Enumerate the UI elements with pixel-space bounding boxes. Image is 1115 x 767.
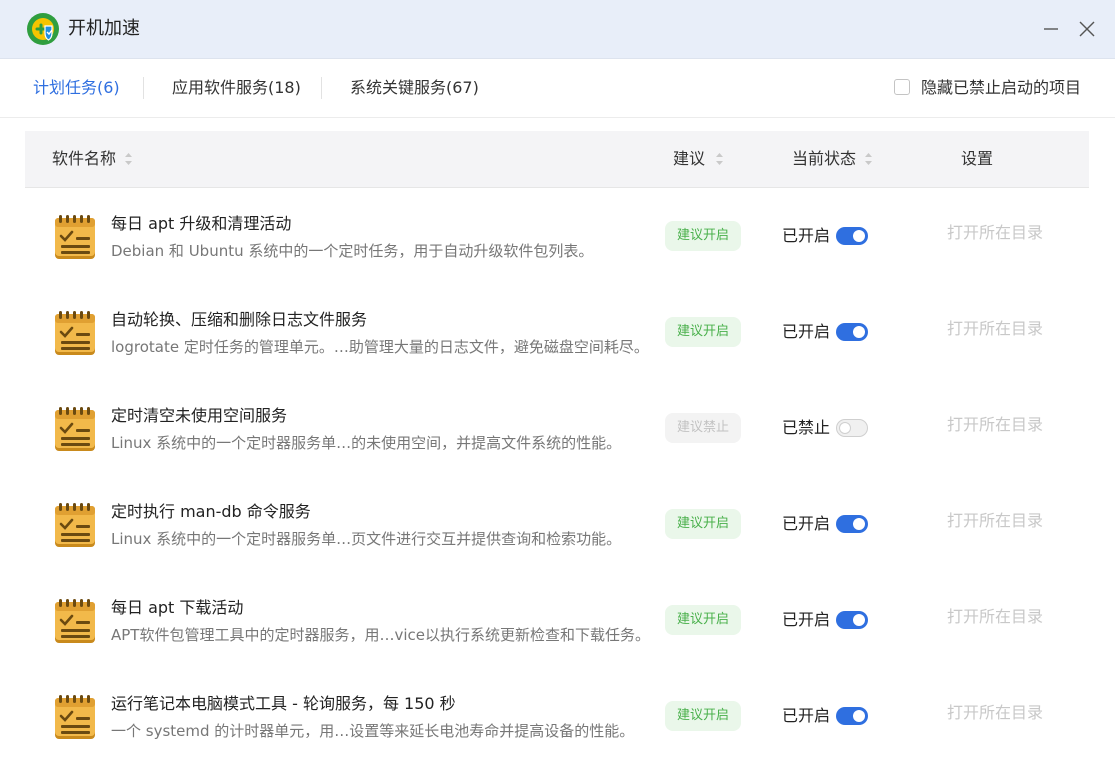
row-title: 定时执行 man-db 命令服务 bbox=[111, 502, 311, 521]
suggestion-badge: 建议开启 bbox=[665, 701, 741, 731]
status-text: 已禁止 bbox=[782, 418, 831, 437]
row-title: 运行笔记本电脑模式工具 - 轮询服务，每 150 秒 bbox=[111, 694, 456, 713]
status-text: 已开启 bbox=[782, 610, 831, 629]
column-header-name[interactable]: 软件名称 bbox=[52, 149, 116, 169]
row-description: Debian 和 Ubuntu 系统中的一个定时任务，用于自动升级软件包列表。 bbox=[111, 242, 594, 260]
status-text: 已开启 bbox=[782, 322, 831, 341]
open-directory-link[interactable]: 打开所在目录 bbox=[947, 415, 1043, 435]
accelerate-logo-icon bbox=[27, 13, 59, 45]
sort-icon[interactable] bbox=[715, 151, 724, 167]
row-title: 每日 apt 升级和清理活动 bbox=[111, 214, 292, 233]
table-header: 软件名称 建议 当前状态 设置 bbox=[25, 131, 1089, 188]
status-toggle[interactable] bbox=[836, 707, 868, 725]
minimize-icon[interactable] bbox=[1040, 18, 1062, 40]
column-header-settings: 设置 bbox=[961, 149, 994, 168]
open-directory-link[interactable]: 打开所在目录 bbox=[947, 607, 1043, 627]
table-row: 自动轮换、压缩和删除日志文件服务 logrotate 定时任务的管理单元。…助管… bbox=[25, 284, 1089, 380]
open-directory-link[interactable]: 打开所在目录 bbox=[947, 703, 1043, 723]
table-row: 定时执行 man-db 命令服务 Linux 系统中的一个定时器服务单…页文件进… bbox=[25, 476, 1089, 572]
toggle-knob bbox=[853, 518, 865, 530]
scheduled-task-icon bbox=[55, 695, 95, 739]
open-directory-link[interactable]: 打开所在目录 bbox=[947, 319, 1043, 339]
column-header-status[interactable]: 当前状态 bbox=[792, 149, 856, 169]
row-description: logrotate 定时任务的管理单元。…助管理大量的日志文件，避免磁盘空间耗尽… bbox=[111, 338, 649, 356]
status-toggle[interactable] bbox=[836, 419, 868, 437]
toggle-knob bbox=[853, 326, 865, 338]
table-row: 定时清空未使用空间服务 Linux 系统中的一个定时器服务单…的未使用空间，并提… bbox=[25, 380, 1089, 476]
suggestion-badge: 建议禁止 bbox=[665, 413, 741, 443]
tab-bar: 计划任务(6) 应用软件服务(18) 系统关键服务(67) 隐藏已禁止启动的项目 bbox=[0, 59, 1115, 118]
scheduled-task-icon bbox=[55, 311, 95, 355]
status-toggle[interactable] bbox=[836, 323, 868, 341]
open-directory-link[interactable]: 打开所在目录 bbox=[947, 511, 1043, 531]
scheduled-task-icon bbox=[55, 215, 95, 259]
sort-icon[interactable] bbox=[124, 151, 133, 167]
row-description: Linux 系统中的一个定时器服务单…页文件进行交互并提供查询和检索功能。 bbox=[111, 530, 622, 548]
row-title: 每日 apt 下载活动 bbox=[111, 598, 244, 617]
table-row: 每日 apt 升级和清理活动 Debian 和 Ubuntu 系统中的一个定时任… bbox=[25, 188, 1089, 284]
status-toggle[interactable] bbox=[836, 227, 868, 245]
status-toggle[interactable] bbox=[836, 611, 868, 629]
scheduled-task-icon bbox=[55, 407, 95, 451]
close-icon[interactable] bbox=[1076, 18, 1098, 40]
toggle-knob bbox=[853, 710, 865, 722]
table-row: 运行笔记本电脑模式工具 - 轮询服务，每 150 秒 一个 systemd 的计… bbox=[25, 668, 1089, 764]
hide-disabled-checkbox[interactable] bbox=[894, 79, 910, 95]
row-title: 自动轮换、压缩和删除日志文件服务 bbox=[111, 310, 368, 329]
row-description: 一个 systemd 的计时器单元，用…设置等来延长电池寿命并提高设备的性能。 bbox=[111, 722, 635, 740]
tab-system-services[interactable]: 系统关键服务(67) bbox=[350, 78, 479, 98]
suggestion-badge: 建议开启 bbox=[665, 317, 741, 347]
tab-divider bbox=[321, 77, 322, 99]
tab-divider bbox=[143, 77, 144, 99]
suggestion-badge: 建议开启 bbox=[665, 221, 741, 251]
scheduled-task-icon bbox=[55, 503, 95, 547]
tab-scheduled-tasks[interactable]: 计划任务(6) bbox=[33, 78, 120, 98]
toggle-knob bbox=[853, 614, 865, 626]
status-text: 已开启 bbox=[782, 226, 831, 245]
status-text: 已开启 bbox=[782, 514, 831, 533]
suggestion-badge: 建议开启 bbox=[665, 605, 741, 635]
toggle-knob bbox=[839, 422, 851, 434]
row-description: Linux 系统中的一个定时器服务单…的未使用空间，并提高文件系统的性能。 bbox=[111, 434, 622, 452]
sort-icon[interactable] bbox=[864, 151, 873, 167]
status-toggle[interactable] bbox=[836, 515, 868, 533]
hide-disabled-label: 隐藏已禁止启动的项目 bbox=[921, 78, 1082, 97]
window-title: 开机加速 bbox=[68, 18, 140, 39]
table-row: 每日 apt 下载活动 APT软件包管理工具中的定时器服务，用…vice以执行系… bbox=[25, 572, 1089, 668]
toggle-knob bbox=[853, 230, 865, 242]
tab-app-services[interactable]: 应用软件服务(18) bbox=[172, 78, 301, 98]
row-description: APT软件包管理工具中的定时器服务，用…vice以执行系统更新检查和下载任务。 bbox=[111, 626, 650, 644]
row-title: 定时清空未使用空间服务 bbox=[111, 406, 288, 425]
scheduled-task-icon bbox=[55, 599, 95, 643]
column-header-suggestion[interactable]: 建议 bbox=[673, 149, 705, 169]
suggestion-badge: 建议开启 bbox=[665, 509, 741, 539]
title-bar: 开机加速 bbox=[0, 0, 1115, 59]
status-text: 已开启 bbox=[782, 706, 831, 725]
open-directory-link[interactable]: 打开所在目录 bbox=[947, 223, 1043, 243]
